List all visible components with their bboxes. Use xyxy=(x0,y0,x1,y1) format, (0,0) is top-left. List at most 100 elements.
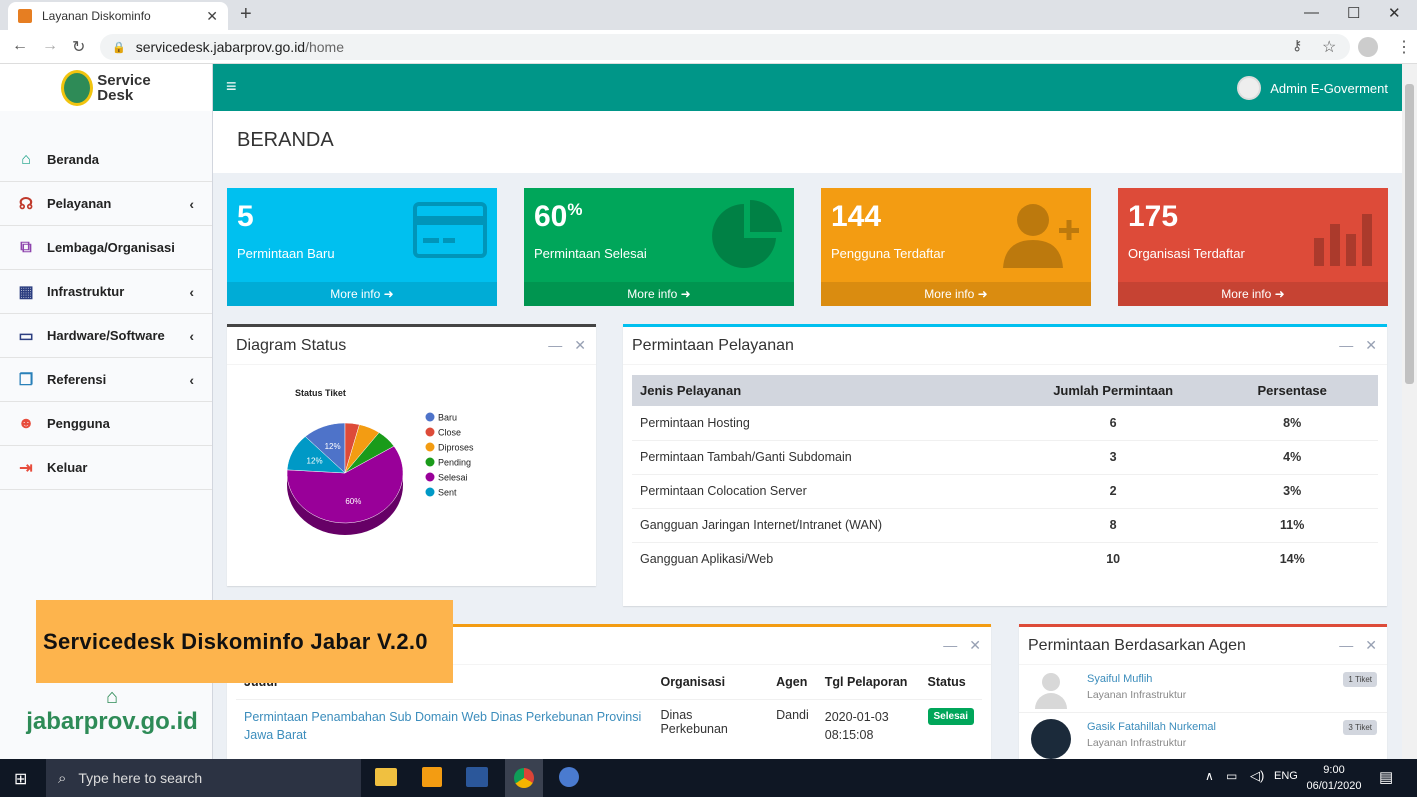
page-scrollbar[interactable] xyxy=(1402,64,1417,759)
table-cell: Gangguan Jaringan Internet/Intranet (WAN… xyxy=(632,508,1020,543)
sidebar-item-keluar[interactable]: ⇥ Keluar xyxy=(0,446,212,490)
agent-name[interactable]: Gasik Fatahillah Nurkemal xyxy=(1087,721,1216,733)
more-info-link[interactable]: More info ➜ xyxy=(1118,282,1388,306)
sidebar-item-label: Pengguna xyxy=(47,416,110,431)
sublime-text-icon[interactable] xyxy=(422,767,442,787)
reload-icon[interactable]: ↻ xyxy=(72,37,85,57)
panel-title: Permintaan Pelayanan xyxy=(632,336,794,354)
tab-title: Layanan Diskominfo xyxy=(42,9,151,23)
network-icon[interactable]: ▭ xyxy=(1226,769,1237,783)
user-name: Admin E-Goverment xyxy=(1270,80,1388,96)
home-icon: ⌂ xyxy=(21,150,31,168)
close-icon[interactable]: ✕ xyxy=(1365,337,1377,353)
search-icon: ⌕ xyxy=(58,769,67,787)
sidebar-item-beranda[interactable]: ⌂ Beranda xyxy=(0,138,212,182)
watermark-site: jabarprov.go.id xyxy=(26,708,198,735)
collapse-icon[interactable]: — xyxy=(943,637,957,653)
table-cell: 14% xyxy=(1279,552,1305,567)
chrome-icon xyxy=(514,768,534,788)
new-tab-icon[interactable]: + xyxy=(240,4,252,24)
table-cell: 4% xyxy=(1206,440,1378,475)
bar-chart-icon xyxy=(1314,214,1372,266)
maximize-icon[interactable]: ☐ xyxy=(1347,4,1360,22)
window-close-icon[interactable]: ✕ xyxy=(1388,4,1401,22)
windows-start-icon[interactable]: ⊞ xyxy=(14,769,27,789)
agent-avatar xyxy=(1035,673,1067,709)
sidebar-item-pengguna[interactable]: ☻ Pengguna xyxy=(0,402,212,446)
scrollbar-thumb[interactable] xyxy=(1405,84,1414,384)
language-indicator[interactable]: ENG xyxy=(1274,770,1298,782)
sidebar-item-hardware[interactable]: ▭ Hardware/Software ‹ xyxy=(0,314,212,358)
column-header: Organisasi xyxy=(652,665,769,700)
jabar-emblem-icon xyxy=(61,69,94,106)
table-cell: Dinas Perkebunan xyxy=(660,708,728,736)
minimize-icon[interactable]: — xyxy=(1304,4,1319,21)
more-info-link[interactable]: More info ➜ xyxy=(821,282,1091,306)
column-header: Tgl Pelaporan xyxy=(816,665,920,700)
sidebar-item-label: Lembaga/Organisasi xyxy=(47,240,175,255)
legend-label: Selesai xyxy=(438,473,468,483)
headset-icon: ☊ xyxy=(18,195,34,213)
chevron-left-icon: ‹ xyxy=(189,283,194,300)
close-icon[interactable]: ✕ xyxy=(1365,637,1377,653)
legend-marker xyxy=(425,487,435,497)
more-info-link[interactable]: More info ➜ xyxy=(524,282,794,306)
taskbar-search-input[interactable]: ⌕ Type here to search xyxy=(46,759,361,797)
content-header: BERANDA xyxy=(213,111,1402,173)
close-tab-icon[interactable]: ✕ xyxy=(206,8,218,25)
collapse-icon[interactable]: — xyxy=(1339,337,1353,353)
agent-name[interactable]: Syaiful Muflih xyxy=(1087,673,1152,685)
clock-time: 9:00 xyxy=(1323,764,1345,776)
browser-tab[interactable]: Layanan Diskominfo ✕ xyxy=(8,2,228,30)
legend-label: Baru xyxy=(438,413,457,423)
list-item[interactable]: Gasik Fatahillah Nurkemal Layanan Infras… xyxy=(1019,713,1387,759)
hamburger-menu-icon[interactable]: ≡ xyxy=(226,76,237,97)
logo[interactable]: Service Desk xyxy=(0,64,212,111)
status-badge: Selesai xyxy=(927,708,974,725)
file-explorer-icon[interactable] xyxy=(375,768,397,786)
collapse-icon[interactable]: — xyxy=(548,337,562,353)
logo-line1: Service xyxy=(97,71,151,89)
stat-box-permintaan-selesai: 60% Permintaan Selesai More info ➜ xyxy=(524,188,794,306)
word-icon[interactable] xyxy=(466,767,488,787)
chrome-taskbar-button[interactable] xyxy=(505,759,543,797)
notification-icon[interactable]: ▤ xyxy=(1379,768,1393,786)
close-icon[interactable]: ✕ xyxy=(969,637,981,653)
bookmark-star-icon[interactable]: ☆ xyxy=(1322,37,1336,57)
ticket-date: 2020-01-03 xyxy=(824,710,889,724)
chromium-icon[interactable] xyxy=(559,767,579,787)
users-icon: ☻ xyxy=(17,414,35,432)
key-icon[interactable]: ⚷ xyxy=(1292,37,1302,54)
url-input[interactable]: 🔒 servicedesk.jabarprov.go.id /home xyxy=(100,34,1350,60)
page-title: BERANDA xyxy=(237,129,334,151)
ticket-title-link[interactable]: Permintaan Penambahan Sub Domain Web Din… xyxy=(236,700,652,753)
volume-icon[interactable]: ◁) xyxy=(1250,768,1264,784)
sitemap-icon: ⧉ xyxy=(20,238,32,256)
stat-label: Pengguna Terdaftar xyxy=(831,246,945,261)
collapse-icon[interactable]: — xyxy=(1339,637,1353,653)
sidebar-item-lembaga[interactable]: ⧉ Lembaga/Organisasi xyxy=(0,226,212,270)
pie-data-label: 12% xyxy=(307,457,323,466)
stat-label: Permintaan Selesai xyxy=(534,246,647,261)
browser-tab-bar: Layanan Diskominfo ✕ + — ☐ ✕ xyxy=(0,0,1417,30)
table-cell: 3 xyxy=(1019,440,1207,475)
logo-line2: Desk xyxy=(97,86,134,104)
tray-chevron-icon[interactable]: ∧ xyxy=(1205,769,1214,783)
favicon-icon xyxy=(18,9,32,23)
close-icon[interactable]: ✕ xyxy=(574,337,586,353)
more-info-link[interactable]: More info ➜ xyxy=(227,282,497,306)
user-avatar xyxy=(1237,76,1262,100)
sidebar-item-infrastruktur[interactable]: ▦ Infrastruktur ‹ xyxy=(0,270,212,314)
user-menu[interactable]: Admin E-Goverment xyxy=(1237,76,1388,100)
back-icon[interactable]: ← xyxy=(12,37,28,55)
forward-icon[interactable]: → xyxy=(42,37,58,55)
clock-date: 06/01/2020 xyxy=(1306,780,1362,792)
sidebar-item-label: Infrastruktur xyxy=(47,284,125,299)
profile-avatar[interactable] xyxy=(1358,37,1378,57)
clock[interactable]: 9:00 06/01/2020 xyxy=(1306,762,1362,794)
sidebar-item-referensi[interactable]: ❐ Referensi ‹ xyxy=(0,358,212,402)
legend-marker xyxy=(425,442,435,452)
sidebar-item-pelayanan[interactable]: ☊ Pelayanan ‹ xyxy=(0,182,212,226)
menu-dots-icon[interactable]: ⋮ xyxy=(1396,37,1412,57)
list-item[interactable]: Syaiful Muflih Layanan Infrastruktur 1 T… xyxy=(1019,665,1387,713)
